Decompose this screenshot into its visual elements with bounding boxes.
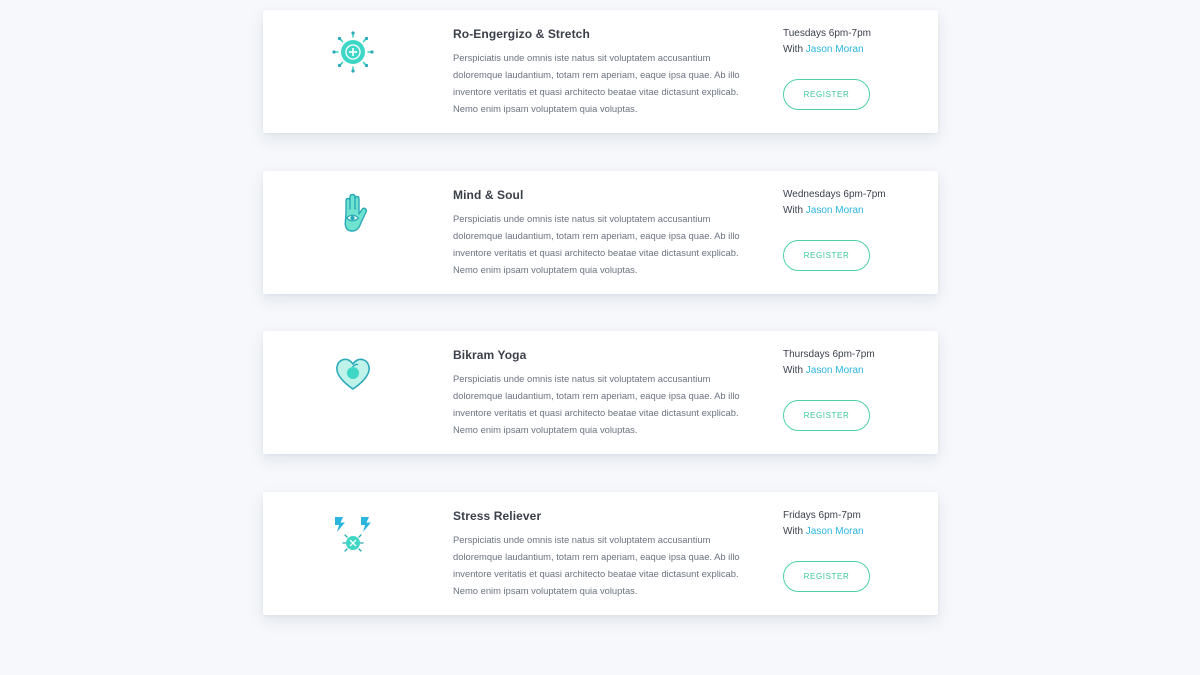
class-description: Perspiciatis unde omnis iste natus sit v…	[453, 52, 740, 114]
class-schedule: Tuesdays 6pm-7pm With Jason Moran REGIST…	[783, 28, 923, 110]
class-time: Wednesdays 6pm-7pm	[783, 189, 886, 200]
class-title: Ro-Engergizo & Stretch	[453, 27, 590, 41]
class-info: Ro-Engergizo & Stretch Perspiciatis unde…	[453, 27, 753, 117]
class-info: Bikram Yoga Perspiciatis unde omnis iste…	[453, 348, 753, 438]
sun-plus-icon	[331, 30, 375, 74]
instructor-link[interactable]: Jason Moran	[806, 526, 864, 537]
instructor-link[interactable]: Jason Moran	[806, 44, 864, 55]
class-description: Perspiciatis unde omnis iste natus sit v…	[453, 534, 740, 596]
with-label: With	[783, 44, 803, 55]
instructor-link[interactable]: Jason Moran	[806, 205, 864, 216]
class-card: Stress Reliever Perspiciatis unde omnis …	[263, 492, 938, 615]
class-title: Stress Reliever	[453, 509, 542, 523]
instructor-line: With Jason Moran	[783, 44, 923, 55]
class-card: Ro-Engergizo & Stretch Perspiciatis unde…	[263, 10, 938, 133]
with-label: With	[783, 365, 803, 376]
class-schedule: Fridays 6pm-7pm With Jason Moran REGISTE…	[783, 510, 923, 592]
instructor-line: With Jason Moran	[783, 365, 923, 376]
class-time: Tuesdays 6pm-7pm	[783, 28, 871, 39]
class-description: Perspiciatis unde omnis iste natus sit v…	[453, 373, 740, 435]
class-title: Mind & Soul	[453, 188, 524, 202]
class-card: Bikram Yoga Perspiciatis unde omnis iste…	[263, 331, 938, 454]
instructor-link[interactable]: Jason Moran	[806, 365, 864, 376]
class-time: Thursdays 6pm-7pm	[783, 349, 875, 360]
register-button[interactable]: REGISTER	[783, 79, 870, 110]
class-title: Bikram Yoga	[453, 348, 527, 362]
with-label: With	[783, 526, 803, 537]
class-time: Fridays 6pm-7pm	[783, 510, 861, 521]
class-card: Mind & Soul Perspiciatis unde omnis iste…	[263, 171, 938, 294]
with-label: With	[783, 205, 803, 216]
class-list: Ro-Engergizo & Stretch Perspiciatis unde…	[0, 0, 1200, 675]
class-info: Stress Reliever Perspiciatis unde omnis …	[453, 509, 753, 599]
class-info: Mind & Soul Perspiciatis unde omnis iste…	[453, 188, 753, 278]
instructor-line: With Jason Moran	[783, 205, 923, 216]
hamsa-hand-icon	[331, 191, 375, 235]
class-description: Perspiciatis unde omnis iste natus sit v…	[453, 213, 740, 275]
lightning-ball-icon	[331, 512, 375, 556]
register-button[interactable]: REGISTER	[783, 240, 870, 271]
class-schedule: Thursdays 6pm-7pm With Jason Moran REGIS…	[783, 349, 923, 431]
register-button[interactable]: REGISTER	[783, 561, 870, 592]
instructor-line: With Jason Moran	[783, 526, 923, 537]
register-button[interactable]: REGISTER	[783, 400, 870, 431]
heart-apple-icon	[331, 351, 375, 395]
class-schedule: Wednesdays 6pm-7pm With Jason Moran REGI…	[783, 189, 923, 271]
